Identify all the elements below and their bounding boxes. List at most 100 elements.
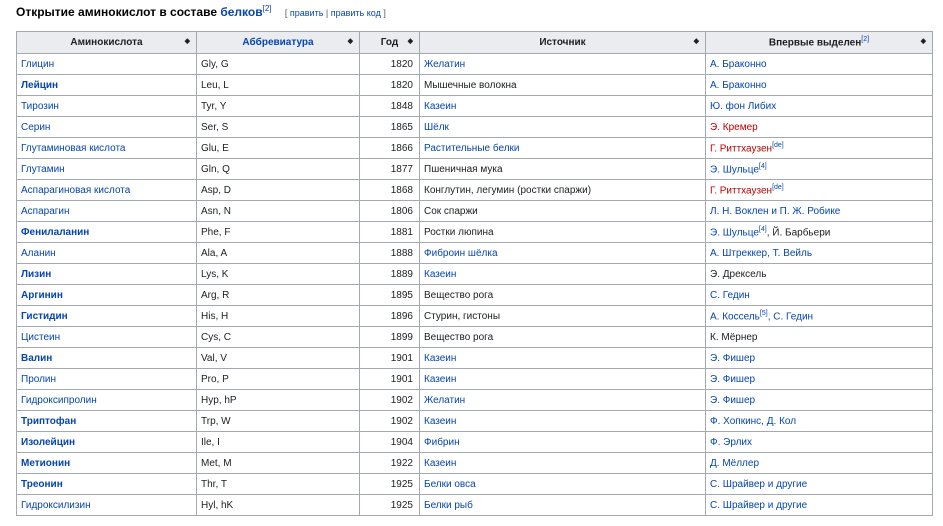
discoverer-link[interactable]: Л. Н. Воклен и П. Ж. Робике: [710, 206, 840, 217]
amino-acid-link[interactable]: Глутаминовая кислота: [21, 143, 126, 154]
discoverer-link[interactable]: Э. Фишер: [710, 353, 755, 364]
amino-acid-link[interactable]: Гистидин: [21, 311, 68, 322]
cell-discoverer: Э. Кремер: [705, 116, 933, 138]
amino-acid-link[interactable]: Лизин: [21, 269, 51, 280]
discoverer-link[interactable]: Д. Мёллер: [710, 458, 759, 469]
cell-amino-acid: Цистеин: [16, 326, 197, 348]
amino-acid-link[interactable]: Гидроксилизин: [21, 500, 91, 511]
discoverer-redlink[interactable]: Г. Риттхаузен: [710, 143, 772, 154]
discoverer-link[interactable]: С. Гедин: [710, 290, 750, 301]
amino-acid-link[interactable]: Тирозин: [21, 101, 59, 112]
discoverer-link[interactable]: Э. Фишер: [710, 395, 755, 406]
table-row: Гидроксипролин Hyp, hP 1902 Желатин Э. Фишер: [16, 389, 933, 411]
source-link[interactable]: Казеин: [424, 353, 456, 364]
source-link[interactable]: Казеин: [424, 374, 456, 385]
source-text: Мышечные волокна: [424, 79, 517, 91]
column-header-abbreviation[interactable]: Аббревиатура ◆: [196, 31, 360, 54]
cell-abbreviation: Met, M: [196, 452, 360, 474]
discoverer-link[interactable]: Ю. фон Либих: [710, 101, 776, 112]
amino-acid-link[interactable]: Валин: [21, 353, 52, 364]
source-link[interactable]: Казеин: [424, 101, 456, 112]
cell-abbreviation: Lys, K: [196, 263, 360, 285]
column-header-amino-acid[interactable]: Аминокислота ◆: [16, 31, 197, 54]
amino-acid-link[interactable]: Аргинин: [21, 290, 63, 301]
amino-acid-link[interactable]: Глицин: [21, 59, 54, 70]
amino-acid-link[interactable]: Цистеин: [21, 332, 60, 343]
discoverer-link[interactable]: Э. Шульце: [710, 227, 759, 238]
amino-acid-link[interactable]: Гидроксипролин: [21, 395, 97, 406]
table-row: Гистидин His, H 1896 Стурин, гистоны А. Косс…: [16, 305, 933, 327]
discoverer-redlink[interactable]: Э. Кремер: [710, 122, 758, 133]
table-row: Аланин Ala, A 1888 Фиброин шёлка А. Штреккер…: [16, 242, 933, 264]
source-link[interactable]: Растительные белки: [424, 143, 520, 154]
column-label: Впервые выделен: [768, 37, 862, 49]
column-header-source[interactable]: Источник ◆: [419, 31, 706, 54]
discoverer-link[interactable]: Ф. Хопкинс, Д. Кол: [710, 416, 796, 427]
reference-link[interactable]: [4]: [759, 163, 767, 170]
cell-discoverer: Д. Мёллер: [705, 452, 933, 474]
sort-icon[interactable]: ◆: [921, 37, 926, 45]
source-link[interactable]: Белки рыб: [424, 500, 473, 511]
sort-icon[interactable]: ◆: [408, 37, 413, 45]
amino-acid-link[interactable]: Аланин: [21, 248, 56, 259]
sort-icon[interactable]: ◆: [185, 37, 190, 45]
column-label: Источник: [539, 37, 586, 48]
discoverer-link[interactable]: А. Браконно: [710, 59, 767, 70]
reference-link[interactable]: [de]: [772, 142, 784, 149]
amino-acid-link[interactable]: Пролин: [21, 374, 56, 385]
source-link[interactable]: Шёлк: [424, 122, 449, 133]
amino-acid-link[interactable]: Фенилаланин: [21, 227, 89, 238]
cell-source: Стурин, гистоны: [419, 305, 706, 327]
discoverer-link[interactable]: Э. Фишер: [710, 374, 755, 385]
column-header-discoverer[interactable]: Впервые выделен[2] ◆: [705, 31, 933, 54]
cell-source: Мышечные волокна: [419, 74, 706, 96]
source-link[interactable]: Казеин: [424, 458, 456, 469]
source-link[interactable]: Белки овса: [424, 479, 476, 490]
amino-acid-link[interactable]: Глутамин: [21, 164, 65, 175]
sort-icon[interactable]: ◆: [348, 37, 353, 45]
column-label[interactable]: Аббревиатура: [242, 37, 313, 48]
heading-ref[interactable]: [2]: [263, 4, 272, 13]
discoverer-link[interactable]: С. Шрайвер и другие: [710, 479, 807, 490]
cell-discoverer: А. Штреккер, Т. Вейль: [705, 242, 933, 264]
discoverer-link[interactable]: Э. Шульце: [710, 164, 759, 175]
amino-acid-link[interactable]: Аспарагин: [21, 206, 70, 217]
amino-acid-link[interactable]: Метионин: [21, 458, 70, 469]
discoverer-link[interactable]: , С. Гедин: [768, 311, 813, 322]
cell-amino-acid: Изолейцин: [16, 431, 197, 453]
source-link[interactable]: Желатин: [424, 395, 465, 406]
column-ref[interactable]: [2]: [861, 36, 869, 43]
source-link[interactable]: Фибрин: [424, 437, 460, 448]
amino-acid-link[interactable]: Триптофан: [21, 416, 76, 427]
table-body: Глицин Gly, G 1820 Желатин А. Браконно Лейцин…: [16, 53, 933, 516]
discoverer-link[interactable]: А. Штреккер, Т. Вейль: [710, 248, 812, 259]
reference-link[interactable]: [4]: [759, 226, 767, 233]
amino-acid-link[interactable]: Аспарагиновая кислота: [21, 185, 130, 196]
amino-acid-link[interactable]: Треонин: [21, 479, 63, 490]
discoverer-link[interactable]: С. Шрайвер и другие: [710, 500, 807, 511]
amino-acid-link[interactable]: Серин: [21, 122, 50, 133]
cell-year: 1889: [359, 263, 420, 285]
discoverer-link[interactable]: А. Браконно: [710, 80, 767, 91]
source-link[interactable]: Фиброин шёлка: [424, 248, 498, 259]
sort-icon[interactable]: ◆: [694, 37, 699, 45]
cell-abbreviation: Glu, E: [196, 137, 360, 159]
source-link[interactable]: Казеин: [424, 269, 456, 280]
amino-acid-link[interactable]: Лейцин: [21, 80, 58, 91]
reference-link[interactable]: [5]: [760, 310, 768, 317]
discoverer-redlink[interactable]: Г. Риттхаузен: [710, 185, 772, 196]
source-link[interactable]: Казеин: [424, 416, 456, 427]
amino-acid-link[interactable]: Изолейцин: [21, 437, 75, 448]
section-heading: Открытие аминокислот в составе белков[2]…: [16, 4, 386, 19]
reference-link[interactable]: [de]: [772, 184, 784, 191]
discoverer-link[interactable]: Ф. Эрлих: [710, 437, 752, 448]
edit-code-link[interactable]: править код: [331, 8, 381, 18]
cell-year: 1901: [359, 347, 420, 369]
edit-link[interactable]: править: [290, 8, 324, 18]
source-link[interactable]: Желатин: [424, 59, 465, 70]
cell-source: Вещество рога: [419, 284, 706, 306]
proteins-link[interactable]: белков: [220, 5, 262, 19]
cell-year: 1866: [359, 137, 420, 159]
discoverer-link[interactable]: А. Коссель: [710, 311, 760, 322]
column-header-year[interactable]: Год ◆: [359, 31, 420, 54]
